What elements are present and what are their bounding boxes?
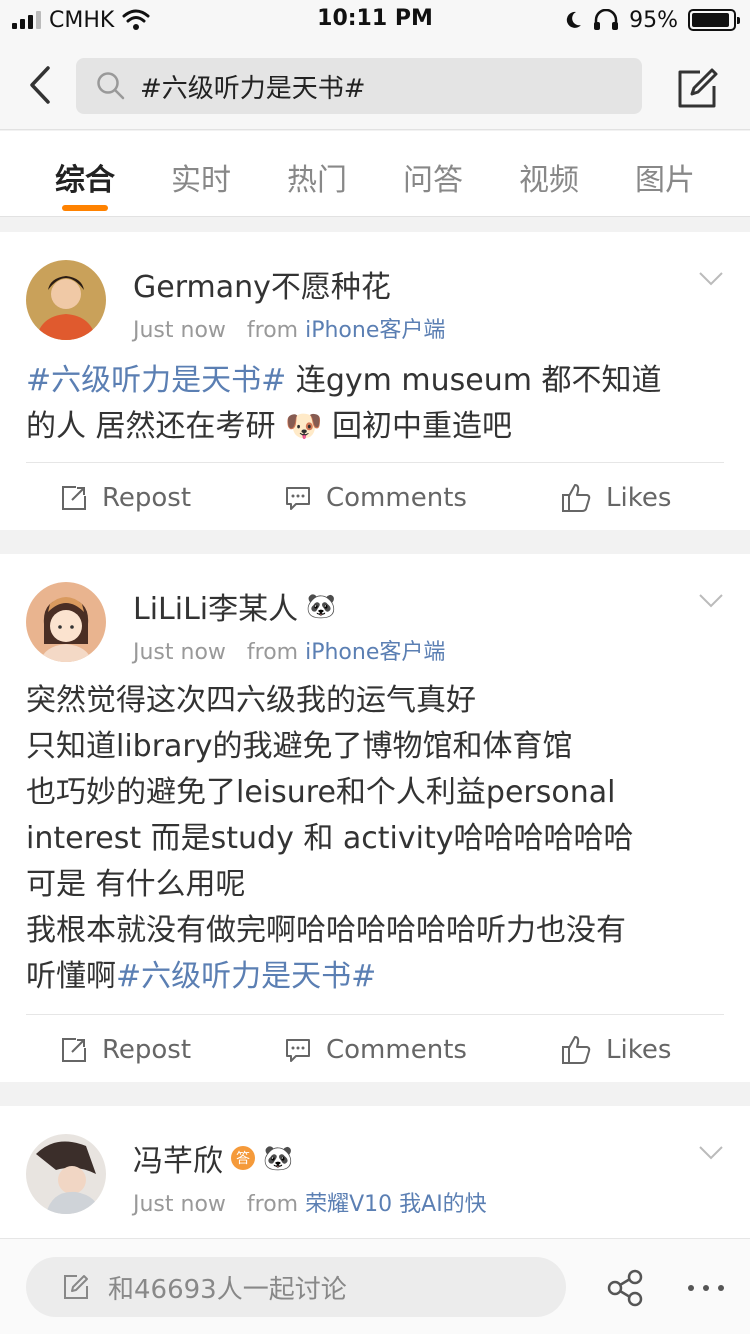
nav-bar: #六级听力是天书# bbox=[0, 40, 750, 130]
post-actions: Repost Comments Likes bbox=[0, 1020, 750, 1080]
post-username[interactable]: 冯芊欣 答 🐼 bbox=[133, 1136, 293, 1180]
chevron-down-icon[interactable] bbox=[698, 592, 724, 610]
status-bar: CMHK 10:11 PM 95% bbox=[0, 0, 750, 40]
panda-badge: 🐼 bbox=[306, 592, 337, 620]
post-meta: Just now from iPhone客户端 bbox=[133, 318, 446, 343]
post-body: #六级听力是天书# 连gym museum 都不知道 的人 居然还在考研 🐶 回… bbox=[26, 363, 662, 444]
back-button[interactable] bbox=[20, 62, 60, 108]
post-card: LiLiLi李某人 🐼 Just now from iPhone客户端 突然觉得… bbox=[0, 554, 750, 1082]
repost-button[interactable]: Repost bbox=[60, 468, 191, 528]
share-icon bbox=[607, 1269, 643, 1307]
more-dot bbox=[703, 1285, 709, 1291]
post-username[interactable]: LiLiLi李某人 🐼 bbox=[133, 584, 336, 628]
repost-icon bbox=[62, 486, 86, 510]
avatar[interactable] bbox=[26, 582, 106, 662]
answer-badge-icon: 答 bbox=[231, 1146, 255, 1170]
repost-button[interactable]: Repost bbox=[60, 1020, 191, 1080]
edit-icon bbox=[64, 1275, 88, 1299]
comment-icon bbox=[286, 1039, 310, 1062]
likes-button[interactable]: Likes bbox=[560, 1020, 671, 1080]
panda-badge: 🐼 bbox=[263, 1144, 293, 1172]
repost-icon bbox=[62, 1038, 86, 1062]
divider bbox=[26, 462, 724, 463]
post-card: Germany不愿种花 Just now from iPhone客户端 #六级听… bbox=[0, 232, 750, 530]
thumbs-up-icon bbox=[562, 484, 591, 512]
tab-comprehensive[interactable]: 综合 bbox=[45, 155, 125, 199]
tab-video[interactable]: 视频 bbox=[509, 155, 589, 199]
post-meta: Just now from iPhone客户端 bbox=[133, 640, 446, 665]
search-input[interactable]: #六级听力是天书# bbox=[76, 58, 642, 114]
more-dot bbox=[688, 1285, 694, 1291]
post-body: 突然觉得这次四六级我的运气真好 只知道library的我避免了博物馆和体育馆 也… bbox=[26, 683, 634, 994]
moon-icon bbox=[566, 11, 582, 28]
battery-percent: 95% bbox=[629, 7, 678, 33]
chevron-left-icon bbox=[30, 66, 50, 104]
compose-button[interactable] bbox=[674, 64, 722, 112]
tab-bar: 综合 实时 热门 问答 视频 图片 bbox=[0, 131, 750, 217]
post-meta: Just now from 荣耀V10 我AI的快 bbox=[133, 1192, 487, 1217]
share-button[interactable] bbox=[606, 1269, 644, 1307]
tab-qa[interactable]: 问答 bbox=[393, 155, 473, 199]
hashtag-link[interactable]: #六级听力是天书# bbox=[116, 959, 376, 994]
post-source[interactable]: iPhone客户端 bbox=[305, 318, 445, 343]
chevron-down-icon[interactable] bbox=[698, 1144, 724, 1162]
bottom-bar: 和46693人一起讨论 bbox=[0, 1238, 750, 1334]
more-button[interactable] bbox=[688, 1273, 724, 1303]
avatar[interactable] bbox=[26, 1134, 106, 1214]
likes-button[interactable]: Likes bbox=[560, 468, 671, 528]
post-username[interactable]: Germany不愿种花 bbox=[133, 262, 391, 306]
thumbs-up-icon bbox=[562, 1036, 591, 1064]
comments-button[interactable]: Comments bbox=[284, 468, 467, 528]
avatar[interactable] bbox=[26, 260, 106, 340]
post-card: 冯芊欣 答 🐼 Just now from 荣耀V10 我AI的快 bbox=[0, 1106, 750, 1238]
hashtag-link[interactable]: #六级听力是天书# bbox=[26, 363, 286, 398]
tab-hot[interactable]: 热门 bbox=[277, 155, 357, 199]
post-source[interactable]: iPhone客户端 bbox=[305, 640, 445, 665]
post-actions: Repost Comments Likes bbox=[0, 468, 750, 528]
post-source[interactable]: 荣耀V10 我AI的快 bbox=[305, 1192, 487, 1217]
battery-icon bbox=[688, 9, 740, 31]
active-tab-indicator bbox=[62, 205, 108, 211]
tab-realtime[interactable]: 实时 bbox=[161, 155, 241, 199]
tab-images[interactable]: 图片 bbox=[625, 155, 705, 199]
comment-icon bbox=[286, 487, 310, 510]
discuss-input[interactable]: 和46693人一起讨论 bbox=[26, 1257, 566, 1317]
divider bbox=[26, 1014, 724, 1015]
chevron-down-icon[interactable] bbox=[698, 270, 724, 288]
comments-button[interactable]: Comments bbox=[284, 1020, 467, 1080]
search-icon bbox=[97, 72, 125, 100]
headphones-icon bbox=[594, 9, 619, 30]
search-query: #六级听力是天书# bbox=[140, 73, 366, 104]
more-dot bbox=[718, 1285, 724, 1291]
edit-icon bbox=[678, 68, 718, 108]
